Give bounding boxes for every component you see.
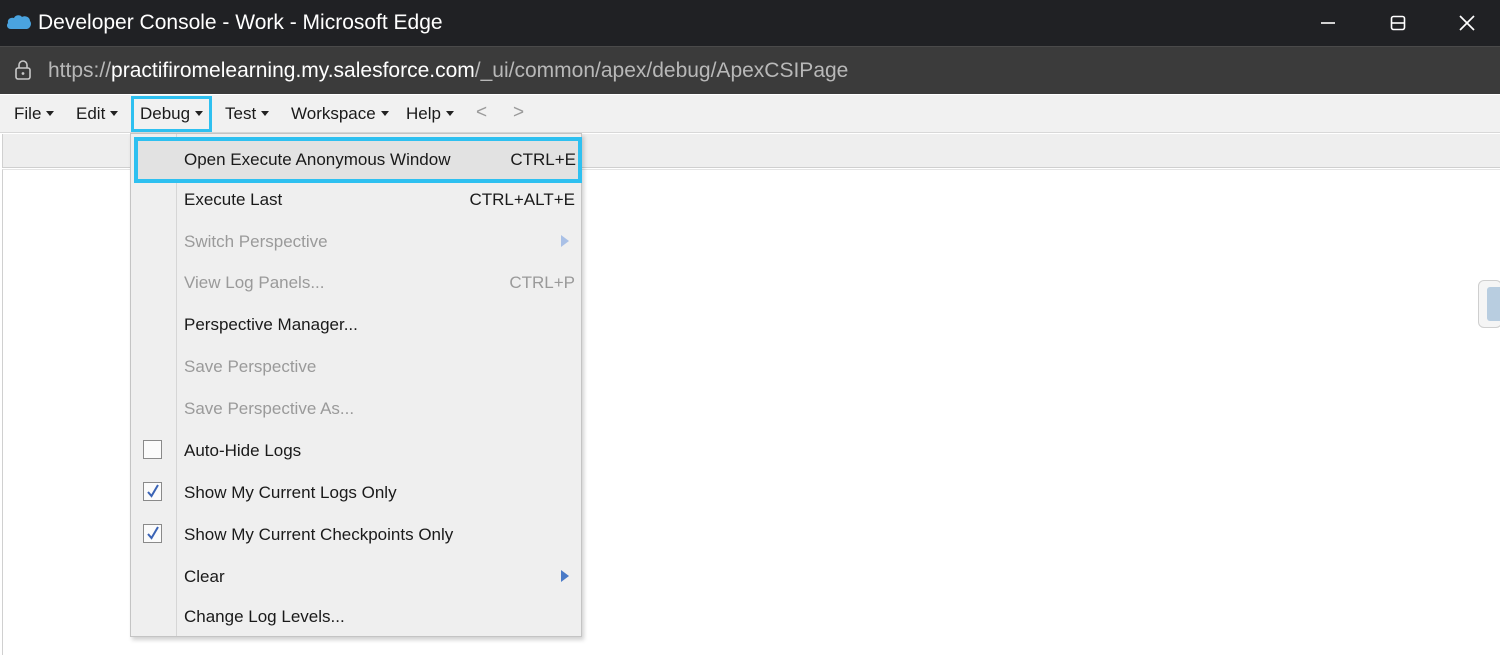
menu-item-label: Show My Current Checkpoints Only: [184, 525, 454, 544]
menu-help[interactable]: Help: [406, 95, 454, 133]
checkmark-icon: [147, 526, 159, 540]
close-button[interactable]: [1447, 8, 1487, 38]
menu-item-label: Open Execute Anonymous Window: [184, 150, 451, 169]
url-text[interactable]: https://practifiromelearning.my.salesfor…: [48, 58, 848, 84]
menu-item-auto-hide-logs[interactable]: Auto-Hide Logs: [131, 430, 581, 472]
menu-item-shortcut: CTRL+E: [510, 150, 576, 169]
nav-back-button[interactable]: <: [476, 95, 487, 133]
menu-item-label: Show My Current Logs Only: [184, 483, 397, 502]
menu-item-execute-last[interactable]: Execute Last CTRL+ALT+E: [131, 179, 581, 221]
menu-item-shortcut: CTRL+P: [509, 273, 575, 292]
menu-file-label: File: [14, 104, 42, 123]
menu-item-open-execute-anonymous-window[interactable]: Open Execute Anonymous Window CTRL+E: [134, 137, 582, 183]
menu-debug-label: Debug: [140, 104, 191, 123]
menu-item-label: View Log Panels...: [184, 273, 325, 292]
menu-item-switch-perspective[interactable]: Switch Perspective: [131, 221, 581, 263]
menu-item-label: Switch Perspective: [184, 232, 328, 251]
collapse-arrow-icon: [1487, 287, 1500, 321]
salesforce-cloud-icon: [7, 15, 31, 29]
menu-item-label: Execute Last: [184, 190, 283, 209]
menu-workspace-label: Workspace: [291, 104, 376, 123]
side-panel-handle[interactable]: [1478, 280, 1500, 328]
menu-item-label: Save Perspective As...: [184, 399, 355, 418]
menu-item-label: Clear: [184, 567, 225, 586]
auto-hide-logs-checkbox[interactable]: [143, 440, 162, 459]
menu-test[interactable]: Test: [225, 95, 270, 133]
nav-forward-button[interactable]: >: [513, 95, 524, 133]
menu-test-label: Test: [225, 104, 257, 123]
submenu-arrow-icon: [561, 570, 569, 582]
menu-item-label: Perspective Manager...: [184, 315, 358, 334]
close-icon: [1459, 15, 1475, 31]
url-path: /_ui/common/apex/debug/ApexCSIPage: [474, 59, 849, 82]
show-my-current-logs-only-checkbox[interactable]: [143, 482, 162, 501]
window-titlebar: Developer Console - Work - Microsoft Edg…: [0, 0, 1500, 46]
window-title: Developer Console - Work - Microsoft Edg…: [38, 11, 443, 34]
minimize-button[interactable]: [1308, 8, 1348, 38]
caret-down-icon: [445, 111, 454, 117]
caret-down-icon: [380, 111, 389, 117]
menu-item-label: Change Log Levels...: [184, 607, 345, 626]
caret-down-icon: [261, 111, 270, 117]
menu-item-change-log-levels[interactable]: Change Log Levels...: [131, 596, 581, 638]
menu-file[interactable]: File: [14, 95, 55, 133]
menu-bar: File Edit Debug Test Workspace Help < >: [0, 95, 1500, 133]
caret-down-icon: [195, 111, 204, 117]
submenu-arrow-icon: [561, 235, 569, 247]
menu-edit-label: Edit: [76, 104, 106, 123]
menu-debug[interactable]: Debug: [131, 96, 213, 132]
show-my-current-checkpoints-only-checkbox[interactable]: [143, 524, 162, 543]
address-bar[interactable]: https://practifiromelearning.my.salesfor…: [0, 46, 1500, 94]
maximize-icon: [1390, 15, 1406, 31]
caret-down-icon: [110, 111, 119, 117]
menu-item-label: Save Perspective: [184, 357, 317, 376]
checkmark-icon: [147, 484, 159, 498]
menu-item-perspective-manager[interactable]: Perspective Manager...: [131, 304, 581, 346]
menu-item-view-log-panels[interactable]: View Log Panels... CTRL+P: [131, 262, 581, 304]
menu-item-show-my-current-checkpoints-only[interactable]: Show My Current Checkpoints Only: [131, 514, 581, 556]
caret-down-icon: [46, 111, 55, 117]
url-scheme: https://: [48, 59, 112, 82]
menu-item-label: Auto-Hide Logs: [184, 441, 302, 460]
menu-item-show-my-current-logs-only[interactable]: Show My Current Logs Only: [131, 472, 581, 514]
menu-item-save-perspective[interactable]: Save Perspective: [131, 346, 581, 388]
menu-item-clear[interactable]: Clear: [131, 556, 581, 598]
lock-icon[interactable]: [13, 59, 33, 81]
maximize-button[interactable]: [1378, 8, 1418, 38]
url-host: practifiromelearning.my.salesforce.com: [111, 59, 475, 82]
minimize-icon: [1321, 22, 1335, 24]
menu-workspace[interactable]: Workspace: [291, 95, 389, 133]
debug-menu-dropdown: Open Execute Anonymous Window CTRL+E Exe…: [130, 133, 582, 637]
menu-edit[interactable]: Edit: [76, 95, 119, 133]
menu-item-shortcut: CTRL+ALT+E: [469, 190, 575, 209]
menu-item-save-perspective-as[interactable]: Save Perspective As...: [131, 388, 581, 430]
menu-help-label: Help: [406, 104, 441, 123]
